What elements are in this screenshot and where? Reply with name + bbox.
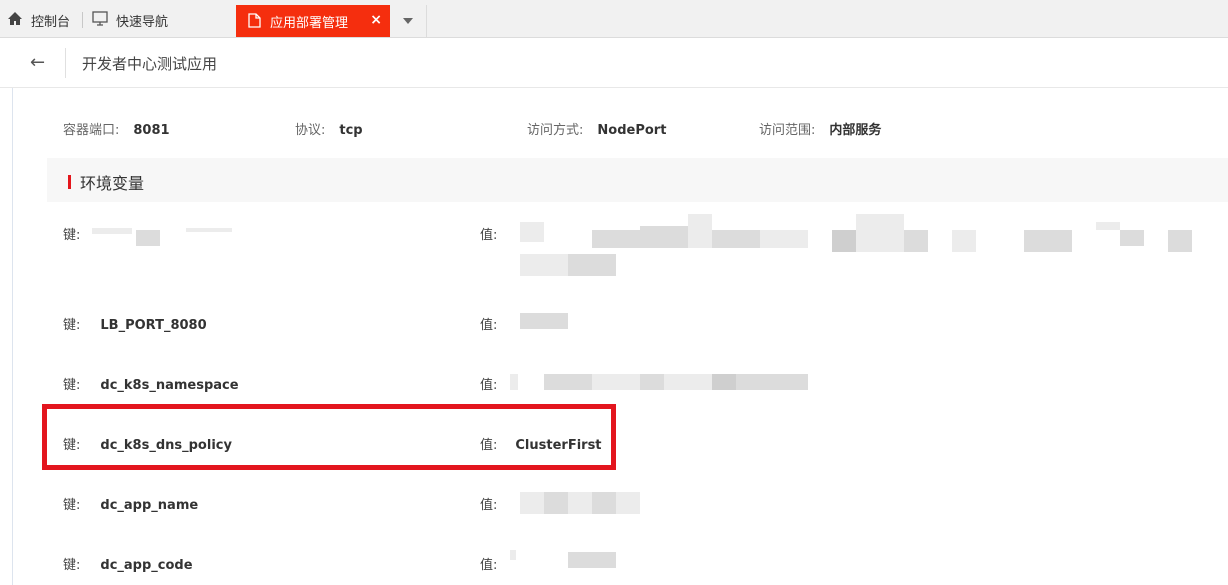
- redacted-block: [92, 228, 132, 234]
- value-label: 值:: [480, 318, 498, 333]
- redacted-block: [510, 550, 516, 560]
- value-label: 值:: [480, 228, 498, 243]
- redacted-block: [1024, 230, 1072, 252]
- close-icon[interactable]: ×: [370, 12, 382, 28]
- redacted-block: [520, 254, 568, 276]
- redacted-block: [568, 254, 592, 276]
- tab-app-deploy[interactable]: 应用部署管理 ×: [236, 5, 390, 37]
- left-border-line: [12, 88, 13, 585]
- container-port: 容器端口: 8081: [63, 119, 170, 138]
- key-label: 键:: [63, 318, 81, 333]
- redacted-block: [592, 492, 616, 514]
- chevron-down-icon: [402, 14, 414, 29]
- redacted-block: [712, 230, 760, 248]
- document-icon: [248, 13, 261, 32]
- redacted-block: [510, 374, 518, 390]
- redacted-block: [568, 552, 616, 568]
- access-scope-value: 内部服务: [829, 123, 882, 138]
- env-row-key: 键: dc_k8s_namespace: [63, 374, 239, 393]
- env-row-key: 键: LB_PORT_8080: [63, 314, 207, 333]
- redacted-block: [616, 492, 640, 514]
- key-label: 键:: [63, 558, 81, 573]
- access-method-value: NodePort: [597, 123, 667, 138]
- value-label: 值:: [480, 498, 498, 513]
- back-arrow-icon[interactable]: ←: [30, 52, 45, 73]
- protocol-label: 协议:: [295, 123, 326, 138]
- redacted-block: [856, 214, 904, 252]
- redacted-block: [640, 374, 664, 390]
- env-row-key: 键: dc_app_name: [63, 494, 198, 513]
- access-scope: 访问范围: 内部服务: [759, 119, 881, 138]
- redacted-block: [592, 230, 640, 248]
- redacted-block: [136, 230, 160, 246]
- redacted-block: [760, 230, 808, 248]
- highlight-box: [42, 404, 616, 470]
- env-section-title: 环境变量: [80, 174, 145, 193]
- key-value: dc_app_code: [100, 558, 193, 573]
- page-header: ← 开发者中心测试应用: [0, 38, 1228, 88]
- tab-quick-nav[interactable]: 快速导航: [92, 5, 168, 36]
- env-row-value: 值:: [480, 494, 515, 513]
- env-section-header: 环境变量: [47, 158, 1228, 202]
- access-scope-label: 访问范围:: [759, 123, 816, 138]
- redacted-block: [640, 226, 688, 248]
- env-row-value: 值:: [480, 224, 515, 243]
- value-label: 值:: [480, 558, 498, 573]
- env-row-key: 键: dc_app_code: [63, 554, 193, 573]
- header-divider: [65, 48, 66, 78]
- monitor-icon: [92, 11, 108, 30]
- redacted-block: [544, 374, 592, 390]
- page-title: 开发者中心测试应用: [82, 55, 218, 73]
- access-method-label: 访问方式:: [527, 123, 584, 138]
- tab-more-dropdown[interactable]: [390, 5, 427, 37]
- tab-console-label: 控制台: [31, 15, 71, 30]
- redacted-block: [592, 254, 616, 276]
- key-label: 键:: [63, 378, 81, 393]
- key-label: 键:: [63, 498, 81, 513]
- redacted-block: [832, 230, 856, 252]
- redacted-block: [712, 374, 736, 390]
- redacted-block: [952, 230, 976, 252]
- container-port-label: 容器端口:: [63, 123, 120, 138]
- container-port-value: 8081: [133, 123, 170, 138]
- redacted-block: [520, 222, 544, 242]
- redacted-block: [544, 492, 568, 514]
- tab-quick-nav-label: 快速导航: [116, 15, 169, 30]
- protocol: 协议: tcp: [295, 119, 363, 138]
- redacted-block: [688, 214, 712, 248]
- redacted-block: [520, 492, 544, 514]
- value-label: 值:: [480, 378, 498, 393]
- redacted-block: [592, 374, 640, 390]
- redacted-block: [1168, 230, 1192, 252]
- redacted-block: [1096, 222, 1120, 230]
- access-method: 访问方式: NodePort: [527, 119, 666, 138]
- tab-app-deploy-label: 应用部署管理: [270, 15, 349, 31]
- home-icon: [7, 11, 23, 30]
- section-marker: [68, 175, 71, 189]
- redacted-block: [904, 230, 928, 252]
- redacted-block: [736, 374, 808, 390]
- env-row-value: 值:: [480, 314, 515, 333]
- key-label: 键:: [63, 228, 81, 243]
- tab-separator: [82, 12, 83, 28]
- tab-bar: 控制台 快速导航 应用部署管理 ×: [0, 0, 1228, 38]
- redacted-block: [568, 492, 592, 514]
- redacted-block: [664, 374, 712, 390]
- redacted-block: [1120, 230, 1144, 246]
- protocol-value: tcp: [339, 123, 363, 138]
- redacted-block: [520, 313, 568, 329]
- redacted-block: [186, 228, 232, 232]
- key-value: LB_PORT_8080: [100, 318, 207, 333]
- key-value: dc_k8s_namespace: [100, 378, 239, 393]
- key-value: dc_app_name: [100, 498, 199, 513]
- tab-console[interactable]: 控制台: [7, 5, 70, 36]
